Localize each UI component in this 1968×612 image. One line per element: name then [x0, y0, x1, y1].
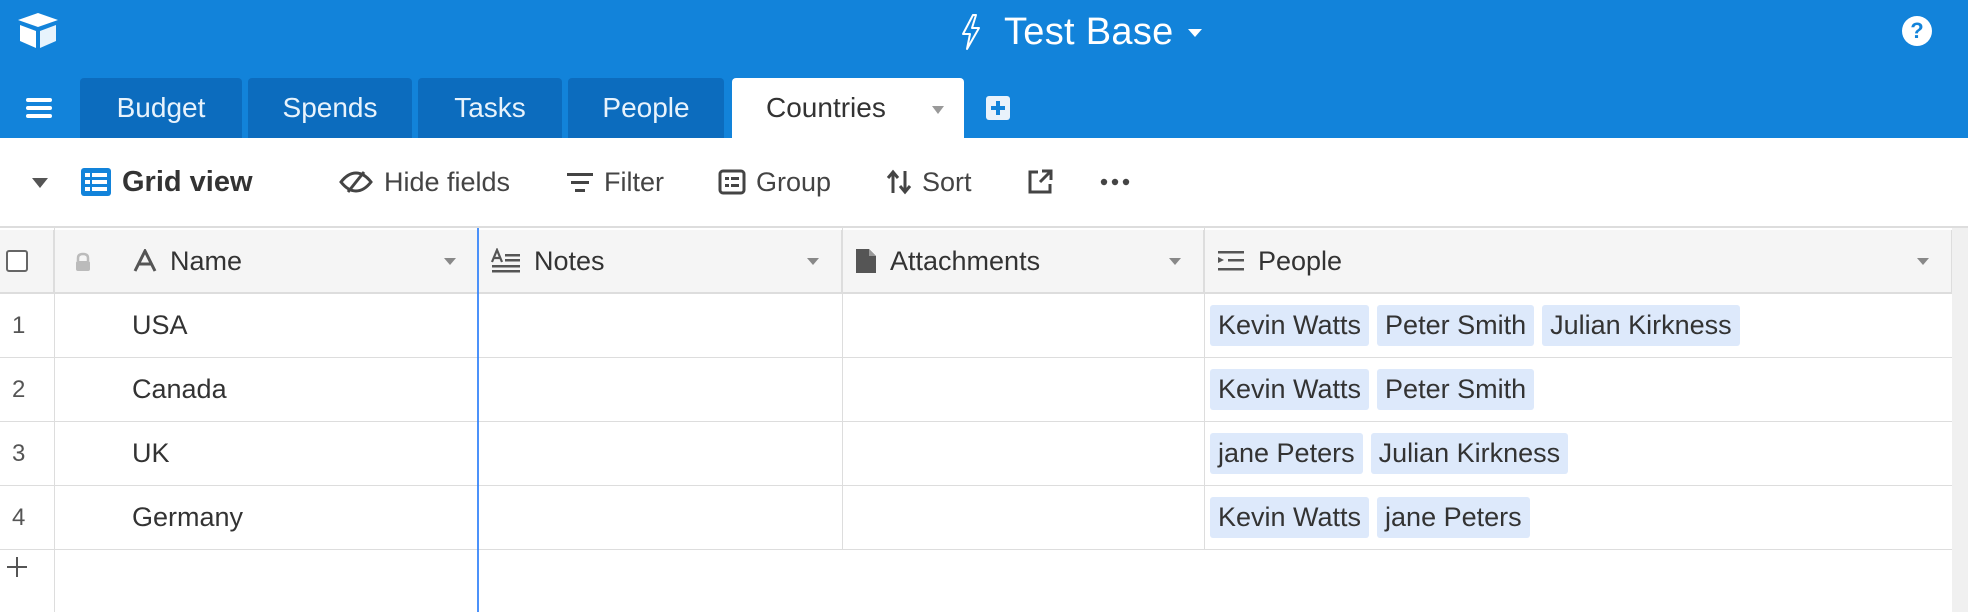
linked-record-chip[interactable]: Peter Smith	[1377, 305, 1535, 346]
chevron-down-icon[interactable]	[932, 106, 944, 114]
more-icon	[1100, 178, 1130, 186]
text-field-icon	[133, 249, 157, 272]
tab-label: Countries	[766, 92, 886, 123]
sort-button[interactable]: Sort	[886, 138, 972, 226]
column-label: Notes	[534, 245, 605, 276]
tab-spends[interactable]: Spends	[248, 78, 412, 138]
name-cell[interactable]: Canada	[132, 358, 227, 421]
group-button[interactable]: Group	[718, 138, 831, 226]
tab-label: People	[602, 92, 690, 123]
top-bar: Test Base ? Budget Spends Tasks People C…	[0, 0, 1968, 138]
linked-record-chip[interactable]: Kevin Watts	[1210, 497, 1370, 538]
people-cell[interactable]: Kevin Watts jane Peters	[1210, 497, 1538, 538]
add-table-icon[interactable]	[986, 96, 1010, 120]
grid-right-edge	[1952, 228, 1968, 612]
views-sidebar-toggle-icon[interactable]	[32, 178, 48, 188]
tab-tasks[interactable]: Tasks	[418, 78, 562, 138]
hide-fields-label: Hide fields	[384, 166, 511, 197]
frozen-column-divider[interactable]	[477, 228, 479, 612]
row-number: 4	[12, 504, 26, 531]
linked-record-chip[interactable]: Julian Kirkness	[1542, 305, 1740, 346]
lock-icon	[76, 252, 90, 271]
column-header-attachments[interactable]: Attachments	[842, 230, 1204, 292]
name-cell[interactable]: USA	[132, 294, 188, 357]
column-divider	[842, 228, 843, 550]
view-name: Grid view	[122, 165, 253, 198]
chevron-down-icon[interactable]	[444, 258, 456, 265]
base-title-menu[interactable]: Test Base	[958, 8, 1202, 56]
data-grid: Name Notes Attachments People 1 USA Kevi…	[0, 226, 1968, 612]
tab-label: Spends	[282, 92, 378, 123]
row-number: 2	[12, 376, 26, 403]
linked-record-chip[interactable]: Kevin Watts	[1210, 305, 1370, 346]
attachment-icon	[856, 249, 876, 273]
people-cell[interactable]: Kevin Watts Peter Smith	[1210, 369, 1542, 410]
share-icon	[1028, 169, 1053, 194]
linked-record-chip[interactable]: Julian Kirkness	[1370, 433, 1569, 474]
column-label: Name	[170, 245, 243, 276]
linked-record-chip[interactable]: jane Peters	[1377, 497, 1530, 538]
chevron-down-icon	[1187, 29, 1202, 37]
chevron-down-icon[interactable]	[1169, 258, 1181, 265]
filter-label: Filter	[604, 166, 664, 197]
table-row[interactable]: 3 UK jane Peters Julian Kirkness	[0, 422, 1952, 486]
column-label: Attachments	[890, 245, 1041, 276]
share-view-button[interactable]	[1026, 138, 1064, 226]
plus-icon[interactable]	[4, 554, 30, 580]
filter-button[interactable]: Filter	[566, 138, 664, 226]
table-row[interactable]: 4 Germany Kevin Watts jane Peters	[0, 486, 1952, 550]
column-header-people[interactable]: People	[1204, 230, 1952, 292]
people-cell[interactable]: Kevin Watts Peter Smith Julian Kirkness	[1210, 305, 1748, 346]
linked-record-chip[interactable]: jane Peters	[1210, 433, 1363, 474]
filter-icon	[567, 173, 593, 192]
group-label: Group	[756, 166, 832, 197]
tab-budget[interactable]: Budget	[80, 78, 242, 138]
column-divider	[1204, 228, 1205, 550]
linked-record-chip[interactable]: Peter Smith	[1377, 369, 1535, 410]
name-cell[interactable]: Germany	[132, 486, 243, 549]
column-divider	[54, 228, 55, 612]
table-row[interactable]: 1 USA Kevin Watts Peter Smith Julian Kir…	[0, 294, 1952, 358]
hide-fields-icon	[339, 171, 373, 193]
chevron-down-icon[interactable]	[1917, 258, 1929, 265]
long-text-icon	[490, 248, 520, 273]
tab-people[interactable]: People	[568, 78, 724, 138]
linked-record-icon	[1218, 251, 1244, 271]
group-icon	[718, 169, 746, 195]
header-row-number-cell	[0, 230, 54, 292]
sort-label: Sort	[922, 166, 972, 197]
more-options-button[interactable]	[1100, 138, 1140, 226]
column-label: People	[1258, 245, 1343, 276]
tab-countries[interactable]: Countries	[732, 78, 964, 138]
linked-record-chip[interactable]: Kevin Watts	[1210, 369, 1370, 410]
column-header-notes[interactable]: Notes	[478, 230, 842, 292]
table-row[interactable]: 2 Canada Kevin Watts Peter Smith	[0, 358, 1952, 422]
base-title: Test Base	[1004, 10, 1174, 53]
column-header-name[interactable]: Name	[120, 230, 478, 292]
chevron-down-icon[interactable]	[807, 258, 819, 265]
row-number: 1	[12, 312, 26, 339]
row-number: 3	[12, 440, 26, 467]
hide-fields-button[interactable]: Hide fields	[338, 138, 510, 226]
grid-header: Name Notes Attachments People	[0, 230, 1952, 294]
sort-icon	[886, 169, 912, 195]
menu-icon[interactable]	[26, 98, 52, 118]
view-switcher[interactable]: Grid view	[80, 138, 253, 226]
bolt-icon	[962, 14, 980, 50]
grid-view-icon	[81, 168, 111, 196]
tab-label: Budget	[116, 92, 206, 123]
help-icon[interactable]: ?	[1902, 16, 1932, 46]
people-cell[interactable]: jane Peters Julian Kirkness	[1210, 433, 1576, 474]
view-toolbar: Grid view Hide fields Filter Group Sort	[0, 138, 1968, 226]
tab-label: Tasks	[454, 92, 526, 123]
name-cell[interactable]: UK	[132, 422, 170, 485]
airtable-logo-icon[interactable]	[14, 10, 62, 50]
